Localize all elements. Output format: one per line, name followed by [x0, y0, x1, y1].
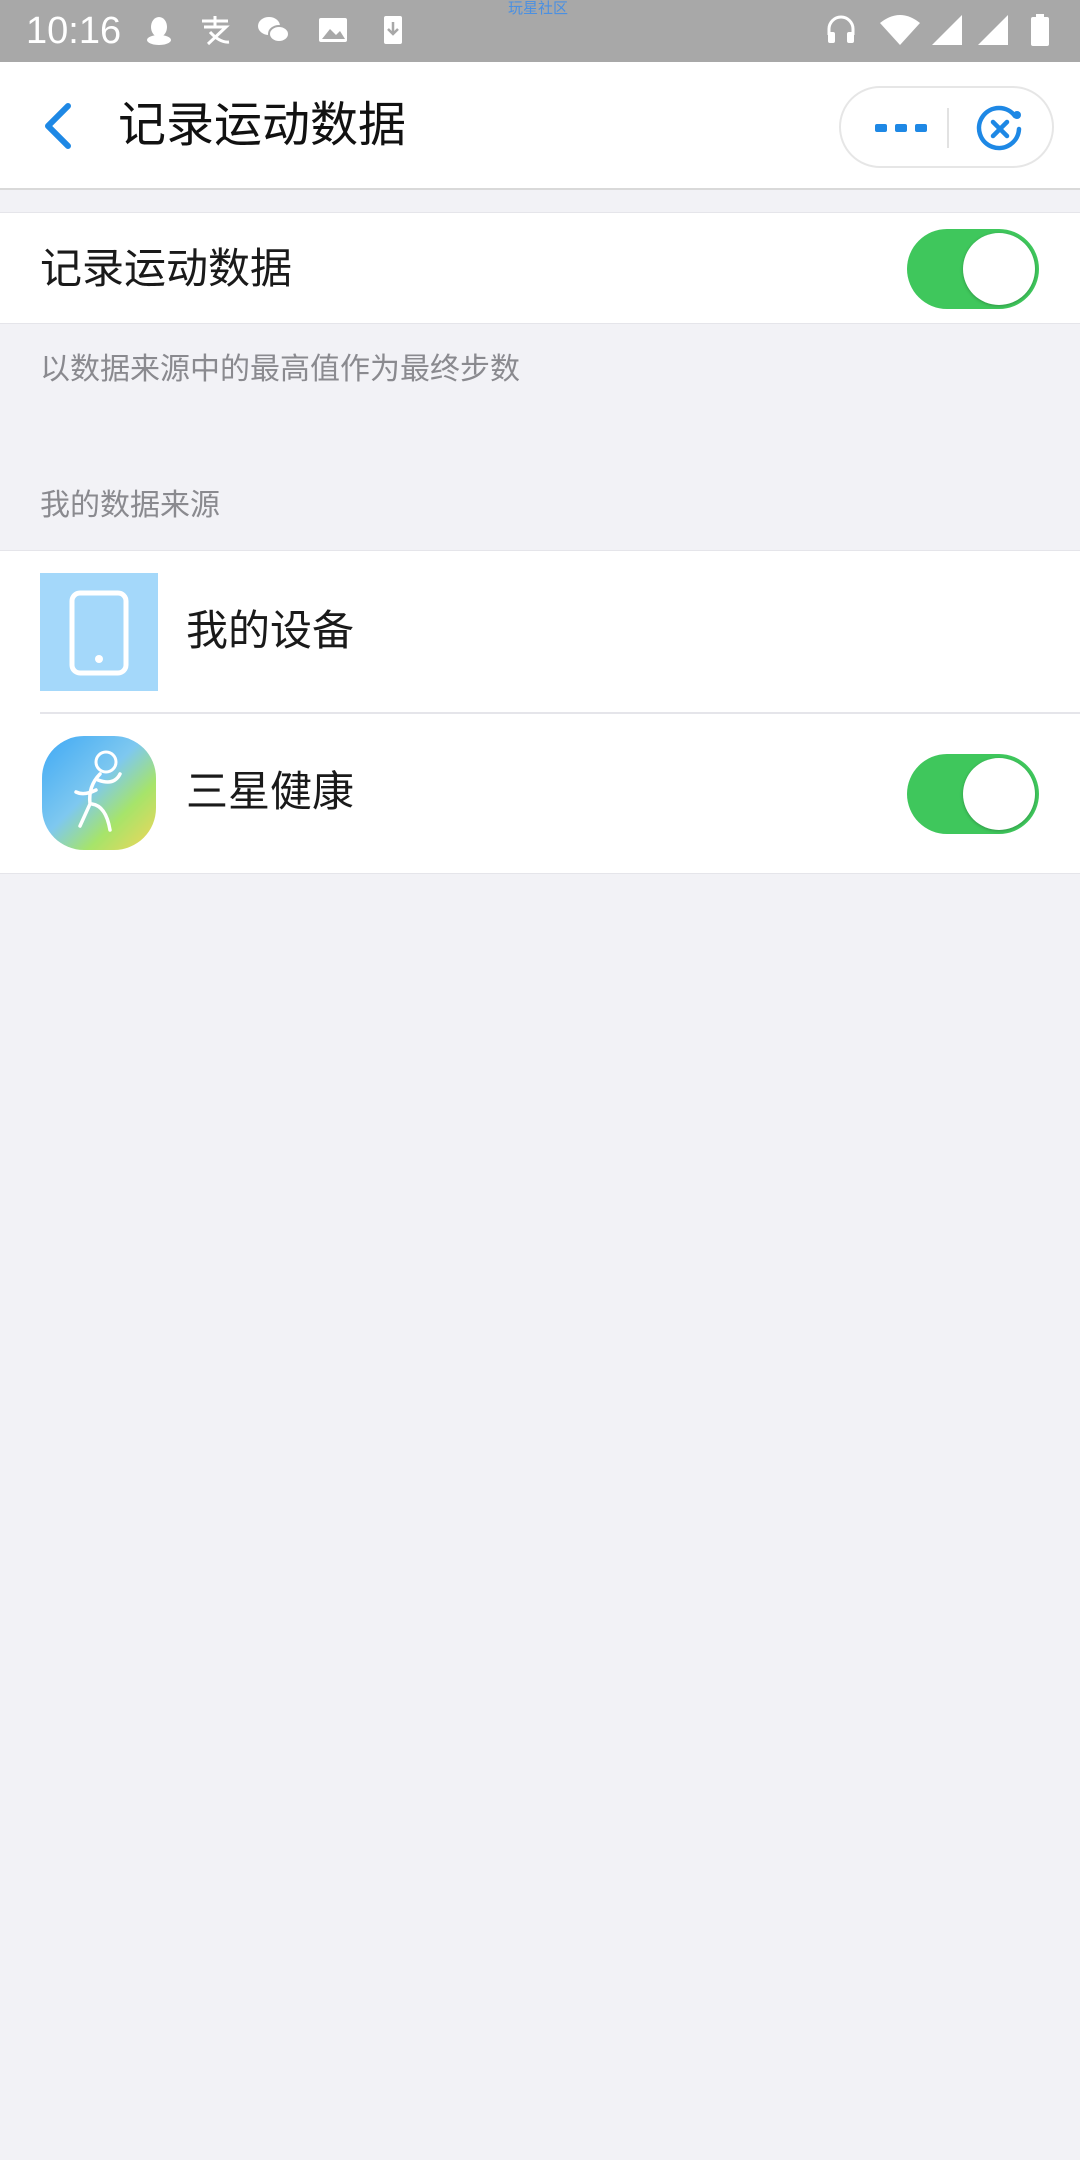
record-sports-row: 记录运动数据	[0, 212, 1080, 324]
status-watermark: 玩星社区	[508, 0, 569, 17]
close-circle-icon[interactable]	[975, 104, 1025, 154]
headset-icon	[827, 15, 855, 43]
more-dots-icon[interactable]	[871, 106, 931, 150]
hint-text: 以数据来源中的最高值作为最终步数	[40, 352, 520, 387]
row-divider	[40, 712, 1080, 714]
data-sources-header: 我的数据来源	[40, 488, 220, 523]
signal-icon	[932, 15, 962, 45]
toggle-knob	[963, 233, 1035, 305]
status-time: 10:16	[26, 10, 122, 52]
signal-icon	[978, 15, 1008, 45]
source-item-label: 三星健康	[186, 767, 355, 816]
phone-device-icon	[40, 573, 158, 691]
chevron-left-icon[interactable]	[36, 98, 84, 154]
status-bar: 10:16 玩星社区	[0, 0, 1080, 62]
wechat-icon	[258, 17, 290, 43]
battery-icon	[1031, 14, 1049, 46]
samsung-health-toggle[interactable]	[907, 754, 1039, 834]
toggle-knob	[963, 758, 1035, 830]
nav-bar: 记录运动数据	[0, 62, 1080, 190]
download-icon	[384, 16, 402, 44]
samsung-health-icon	[42, 736, 156, 850]
record-sports-label: 记录运动数据	[40, 244, 293, 293]
record-sports-toggle[interactable]	[907, 229, 1039, 309]
qq-icon	[147, 17, 171, 45]
source-item-samsung-health[interactable]: 三星健康	[0, 712, 1080, 874]
source-item-my-device[interactable]: 我的设备	[0, 550, 1080, 712]
page-title: 记录运动数据	[118, 97, 407, 153]
alipay-icon	[202, 16, 230, 46]
capsule-divider	[947, 108, 949, 148]
gallery-icon	[319, 18, 347, 42]
wifi-icon	[880, 15, 920, 45]
source-item-label: 我的设备	[186, 606, 355, 655]
mini-program-capsule	[839, 86, 1054, 168]
